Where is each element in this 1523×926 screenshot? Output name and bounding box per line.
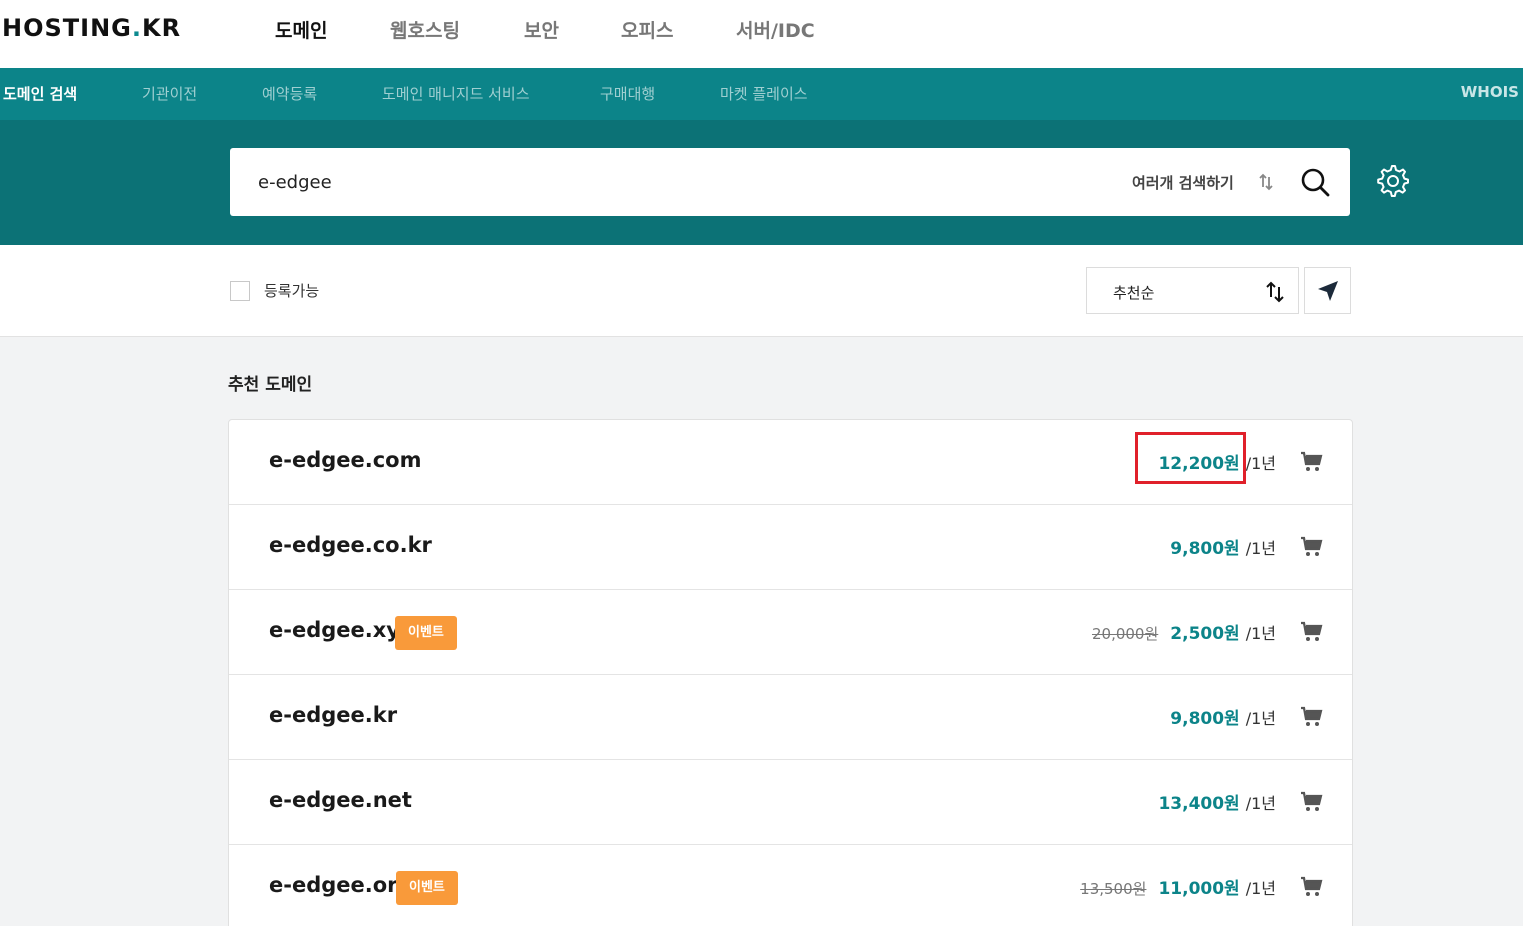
original-price: 13,500원 xyxy=(1080,880,1147,898)
search-band: 여러개 검색하기 xyxy=(0,120,1523,245)
subnav-item-transfer[interactable]: 기관이전 xyxy=(142,83,197,104)
send-button[interactable] xyxy=(1304,267,1351,314)
price: 2,500원 xyxy=(1170,624,1240,644)
domain-row: e-edgee.kr 9,800원 /1년 xyxy=(229,675,1352,760)
domain-name[interactable]: e-edgee.kr xyxy=(269,703,397,727)
subnav-item-purchase-agent[interactable]: 구매대행 xyxy=(600,83,655,104)
cart-icon[interactable] xyxy=(1300,790,1324,814)
nav-item-domain[interactable]: 도메인 xyxy=(275,16,327,43)
original-price: 20,000원 xyxy=(1091,625,1159,643)
period: /1년 xyxy=(1245,624,1276,643)
cart-icon[interactable] xyxy=(1300,875,1324,899)
multi-search-button[interactable]: 여러개 검색하기 xyxy=(1132,172,1234,193)
multi-search-toggle-icon[interactable] xyxy=(1258,172,1274,192)
send-icon xyxy=(1318,281,1338,301)
event-badge: 이벤트 xyxy=(395,616,457,650)
available-only-label[interactable]: 등록가능 xyxy=(264,280,319,301)
domain-row: e-edgee.xyz 이벤트 20,000원 2,500원 /1년 xyxy=(229,590,1352,675)
whois-link[interactable]: WHOIS xyxy=(1461,83,1519,101)
period: /1년 xyxy=(1245,879,1276,898)
subnav-item-reservation[interactable]: 예약등록 xyxy=(262,83,317,104)
domain-row: e-edgee.net 13,400원 /1년 xyxy=(229,760,1352,845)
available-only-checkbox[interactable] xyxy=(230,281,250,301)
price: 13,400원 xyxy=(1158,794,1240,814)
price: 9,800원 xyxy=(1170,539,1240,559)
period: /1년 xyxy=(1245,539,1276,558)
price-group: 13,400원 /1년 xyxy=(1158,789,1276,814)
recommended-domains-title: 추천 도메인 xyxy=(228,375,313,395)
period: /1년 xyxy=(1245,794,1276,813)
filter-bar: 등록가능 추천순 xyxy=(0,245,1523,337)
domain-results-list: e-edgee.com 12,200원 /1년 e-edgee.co.kr 9,… xyxy=(228,419,1353,926)
price: 9,800원 xyxy=(1170,709,1240,729)
domain-row: e-edgee.co.kr 9,800원 /1년 xyxy=(229,505,1352,590)
cart-icon[interactable] xyxy=(1300,535,1324,559)
sort-select-label: 추천순 xyxy=(1113,284,1155,302)
nav-item-server-idc[interactable]: 서버/IDC xyxy=(736,16,815,43)
period: /1년 xyxy=(1245,709,1276,728)
domain-name[interactable]: e-edgee.co.kr xyxy=(269,533,432,557)
cart-icon[interactable] xyxy=(1300,705,1324,729)
settings-gear-icon[interactable] xyxy=(1376,164,1410,198)
price: 12,200원 xyxy=(1158,454,1240,474)
sort-arrows-icon xyxy=(1266,281,1284,303)
domain-name[interactable]: e-edgee.org xyxy=(269,873,413,897)
sub-nav: 도메인 검색 기관이전 예약등록 도메인 매니지드 서비스 구매대행 마켓 플레… xyxy=(0,68,1523,120)
domain-name[interactable]: e-edgee.net xyxy=(269,788,412,812)
event-badge: 이벤트 xyxy=(396,871,458,905)
logo[interactable]: HOSTING.KR xyxy=(2,14,181,42)
price-group: 13,500원 11,000원 /1년 xyxy=(1080,874,1276,899)
cart-icon[interactable] xyxy=(1300,620,1324,644)
price-group: 9,800원 /1년 xyxy=(1170,704,1276,729)
price-group: 20,000원 2,500원 /1년 xyxy=(1092,619,1276,644)
nav-item-office[interactable]: 오피스 xyxy=(621,16,673,43)
subnav-item-domain-search[interactable]: 도메인 검색 xyxy=(3,83,77,104)
domain-row: e-edgee.org 이벤트 13,500원 11,000원 /1년 xyxy=(229,845,1352,926)
top-header: HOSTING.KR 도메인 웹호스팅 보안 오피스 서버/IDC xyxy=(0,0,1523,68)
subnav-item-managed-service[interactable]: 도메인 매니지드 서비스 xyxy=(382,83,530,104)
domain-row: e-edgee.com 12,200원 /1년 xyxy=(229,420,1352,505)
subnav-item-marketplace[interactable]: 마켓 플레이스 xyxy=(720,83,808,104)
price-group: 9,800원 /1년 xyxy=(1170,534,1276,559)
domain-name[interactable]: e-edgee.com xyxy=(269,448,422,472)
domain-name[interactable]: e-edgee.xyz xyxy=(269,618,412,642)
nav-item-webhosting[interactable]: 웹호스팅 xyxy=(390,16,460,43)
domain-search-input[interactable] xyxy=(258,166,958,198)
search-icon[interactable] xyxy=(1300,167,1330,197)
cart-icon[interactable] xyxy=(1300,450,1324,474)
nav-item-security[interactable]: 보안 xyxy=(524,16,559,43)
price-group: 12,200원 /1년 xyxy=(1158,449,1276,474)
sort-select[interactable]: 추천순 xyxy=(1086,267,1299,314)
price: 11,000원 xyxy=(1158,879,1240,899)
period: /1년 xyxy=(1245,454,1276,473)
search-box: 여러개 검색하기 xyxy=(230,148,1350,216)
